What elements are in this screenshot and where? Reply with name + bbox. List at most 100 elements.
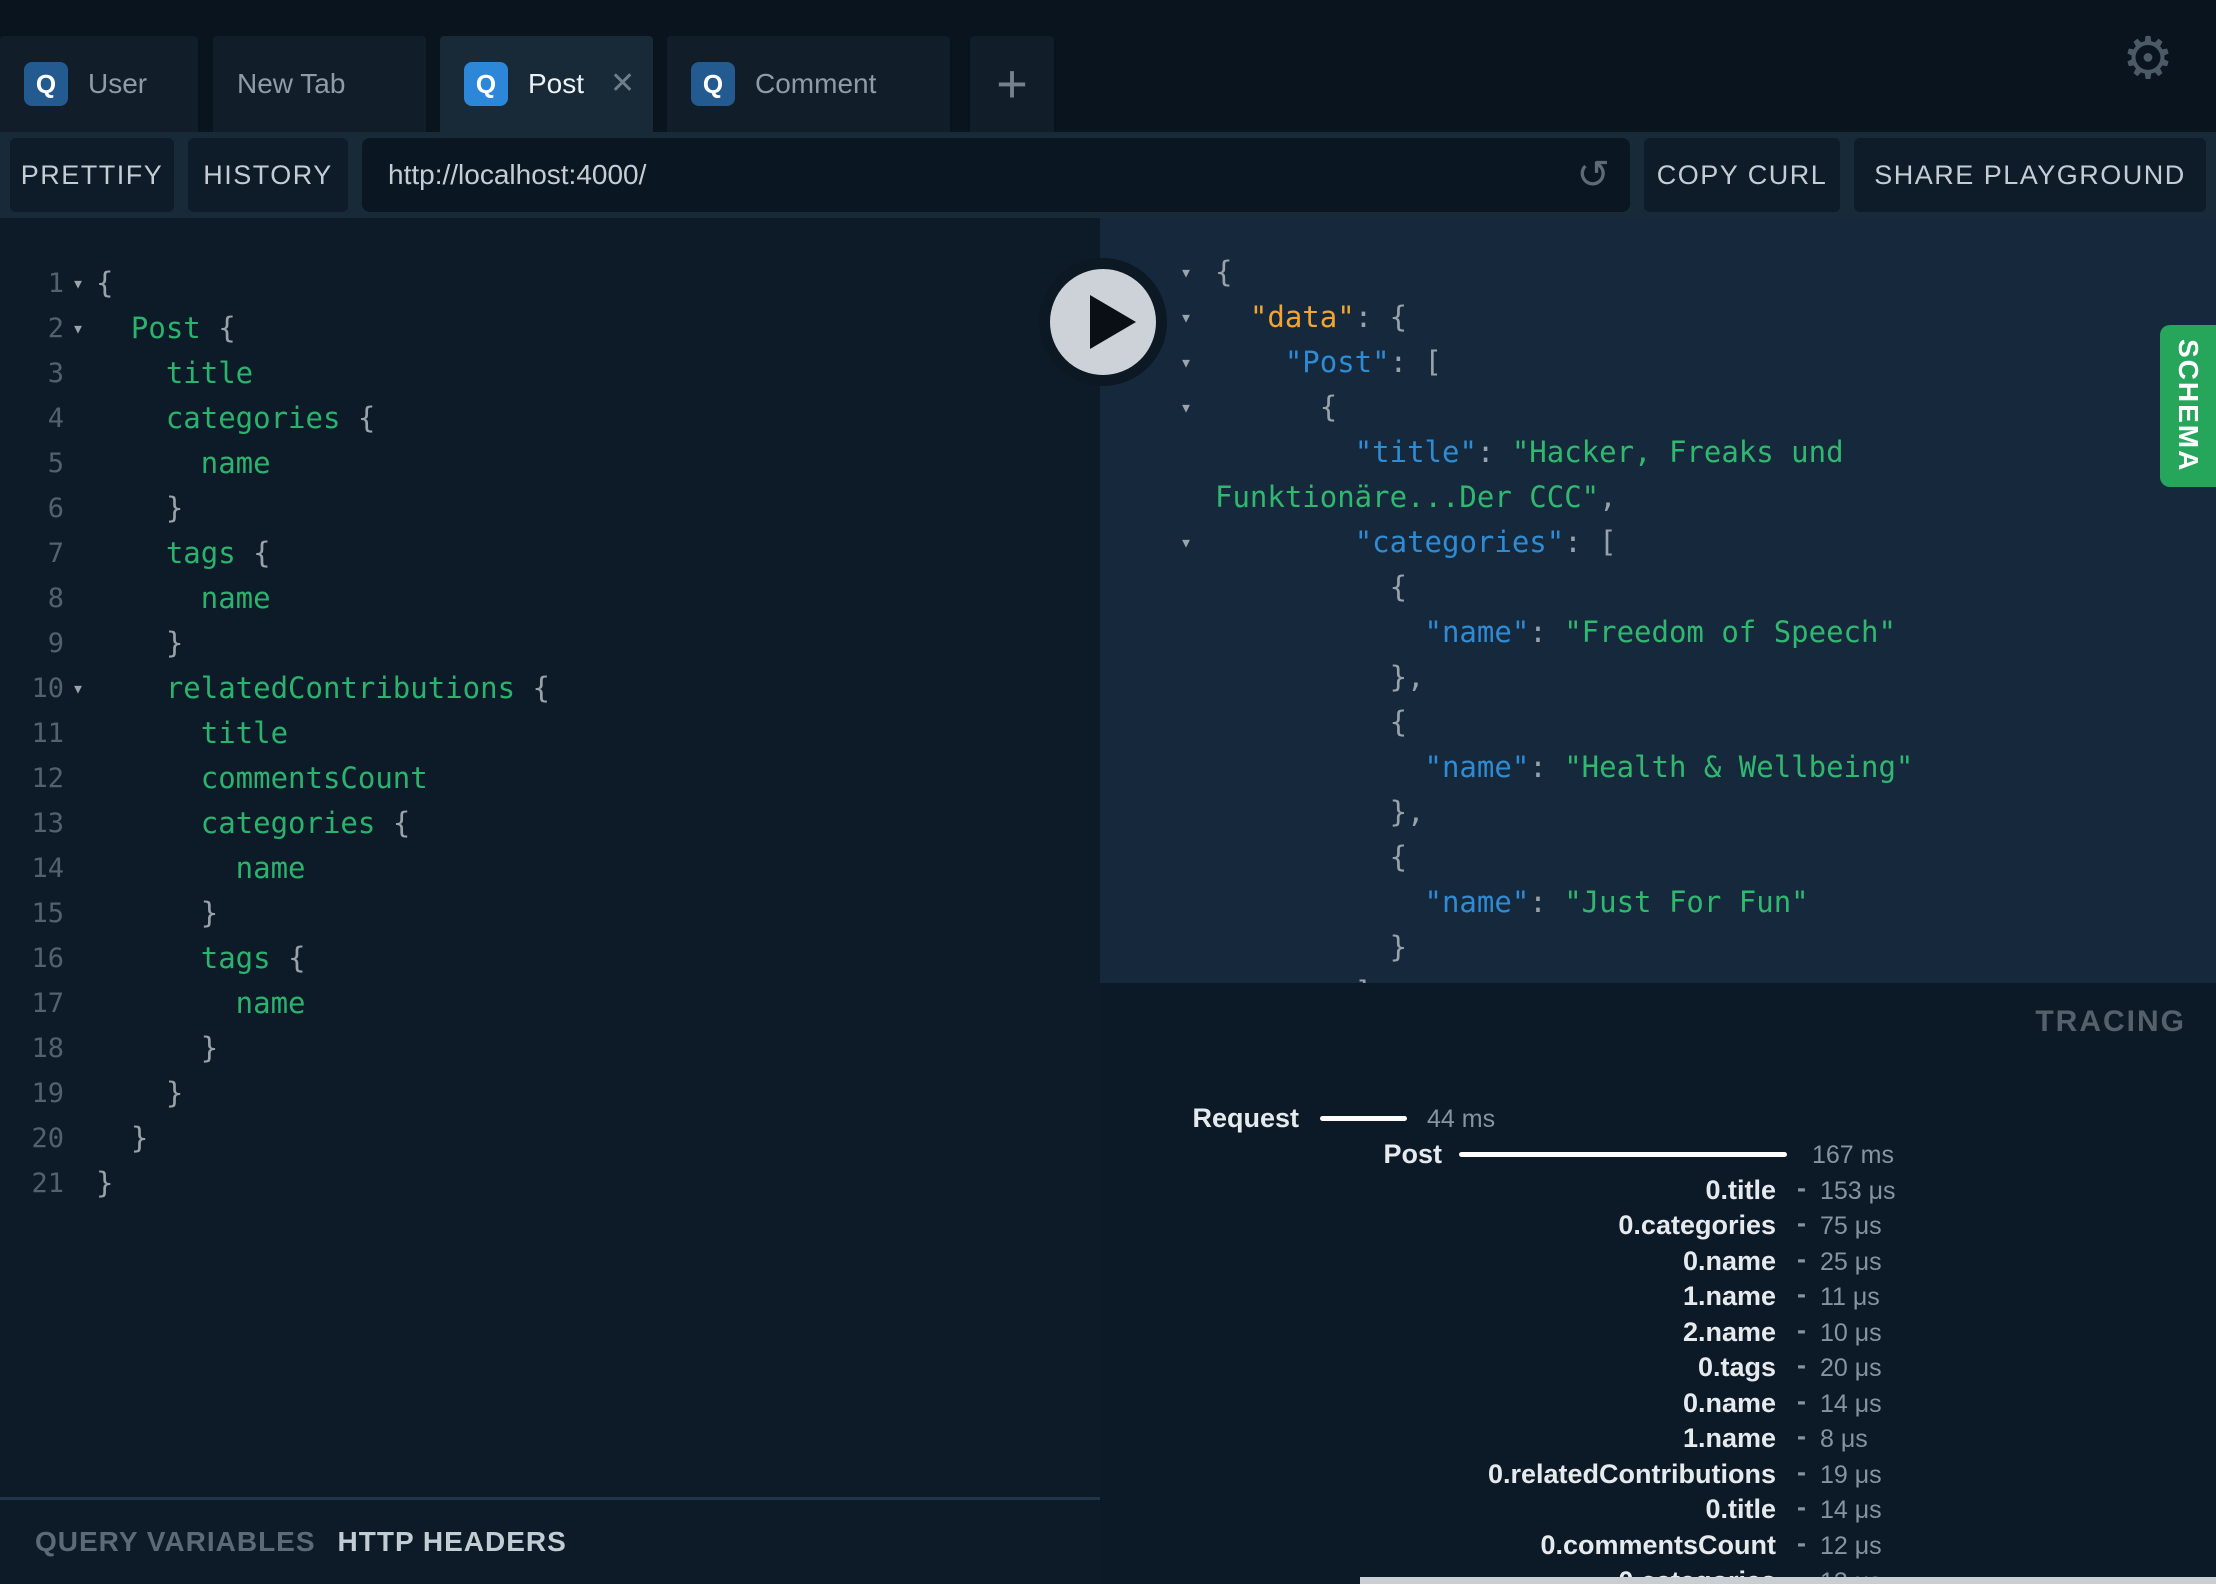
line-number: 16 [31,943,64,974]
schema-tab-label: SCHEMA [2173,339,2204,473]
tracing-panel: TRACING Request 44 ms Post 167 ms 0.title -15… [1100,983,2216,1584]
fold-arrow-icon[interactable]: ▾ [1180,385,1192,430]
editor-line[interactable]: 13 categories { [0,801,1100,846]
code-token: "title" [1354,435,1477,469]
line-number: 5 [47,448,64,479]
editor-line[interactable]: 15 } [0,891,1100,936]
tracing-row-value: 20 μs [1820,1354,1882,1382]
fold-arrow-icon[interactable]: ▾ [1180,520,1192,565]
code-token: : [1529,750,1565,784]
fold-arrow-icon[interactable]: ▾ [72,306,84,351]
code-token: }, [1215,660,1425,694]
code-token: }, [1215,795,1425,829]
schema-sidebar-tab[interactable]: SCHEMA [2160,325,2216,487]
editor-line[interactable]: 6 } [0,486,1100,531]
tracing-horizontal-scrollbar[interactable] [1360,1577,2216,1584]
tracing-row-value: 10 μs [1820,1319,1882,1347]
code-token: title [96,716,289,750]
new-tab-button[interactable]: + [970,36,1054,132]
editor-code-text: } [96,1116,148,1161]
editor-line[interactable]: 11 title [0,711,1100,756]
code-token: categories [96,806,376,840]
line-number: 17 [31,988,64,1019]
tracing-row-value: 8 μs [1820,1425,1868,1453]
http-headers-tab[interactable]: HTTP HEADERS [338,1526,567,1558]
line-number: 3 [47,358,64,389]
fold-arrow-icon[interactable]: ▾ [1180,295,1192,340]
tracing-row-dash: - [1797,1279,1806,1309]
tracing-row: 0.name -14 μs [1100,1386,2216,1420]
execute-query-button[interactable] [1039,258,1167,386]
editor-line[interactable]: 19 } [0,1071,1100,1116]
history-button[interactable]: HISTORY [188,138,348,212]
line-number: 19 [31,1078,64,1109]
editor-line[interactable]: 20 } [0,1116,1100,1161]
fold-arrow-icon[interactable]: ▾ [72,261,84,306]
tracing-row-label: 2.name [1682,1317,1776,1347]
tab-post[interactable]: Q Post ✕ [440,36,653,132]
fold-arrow-icon[interactable]: ▾ [1180,250,1192,295]
line-number: 8 [47,583,64,614]
code-token: name [96,851,306,885]
response-code-text: Funktionäre...Der CCC", [1215,475,1617,520]
code-token: ] [1215,975,1372,983]
response-line: { [1100,565,2216,610]
line-number: 11 [31,718,64,749]
fold-arrow-icon[interactable]: ▾ [1180,340,1192,385]
editor-line[interactable]: 2 ▾ Post { [0,306,1100,351]
editor-line[interactable]: 17 name [0,981,1100,1026]
response-code-text: { [1215,835,1407,880]
toolbar: PRETTIFY HISTORY ↺ COPY CURL SHARE PLAYG… [0,132,2216,218]
editor-line[interactable]: 9 } [0,621,1100,666]
endpoint-url-input[interactable] [362,159,1577,191]
query-editor-pane[interactable]: 1 ▾{2 ▾ Post {3 title 4 categories {5 name 6… [0,218,1100,1497]
tab-new-tab[interactable]: New Tab [213,36,426,132]
editor-line[interactable]: 8 name [0,576,1100,621]
editor-line[interactable]: 12 commentsCount [0,756,1100,801]
editor-line[interactable]: 4 categories { [0,396,1100,441]
line-number: 14 [31,853,64,884]
tab-close-icon[interactable]: ✕ [610,69,635,99]
editor-code-text: } [96,1071,183,1116]
editor-line[interactable]: 5 name [0,441,1100,486]
response-line: "name": "Freedom of Speech" [1100,610,2216,655]
editor-line[interactable]: 14 name [0,846,1100,891]
code-token: name [96,986,306,1020]
editor-code-text: categories { [96,801,411,846]
editor-line[interactable]: 3 title [0,351,1100,396]
editor-line[interactable]: 7 tags { [0,531,1100,576]
editor-line[interactable]: 10 ▾ relatedContributions { [0,666,1100,711]
share-playground-button[interactable]: SHARE PLAYGROUND [1854,138,2206,212]
tab-label: Comment [755,68,877,99]
settings-gear-icon[interactable]: ⚙ [2122,30,2174,88]
line-number: 6 [47,493,64,524]
editor-line[interactable]: 21} [0,1161,1100,1206]
query-variables-tab[interactable]: QUERY VARIABLES [35,1526,316,1558]
editor-line[interactable]: 18 } [0,1026,1100,1071]
code-token: } [96,1166,114,1200]
editor-code-text: commentsCount [96,756,428,801]
tracing-row: 0.title -14 μs [1100,1492,2216,1526]
editor-code-text: name [96,576,271,621]
code-token: , [1599,480,1617,514]
code-token: : { [1354,300,1408,334]
editor-line[interactable]: 16 tags { [0,936,1100,981]
response-line: Funktionäre...Der CCC", [1100,475,2216,520]
response-pane[interactable]: ▾{▾ "data": {▾ "Post": [▾ { "title": "Ha… [1100,218,2216,983]
url-reload-icon[interactable]: ↺ [1576,152,1610,198]
response-line: ▾ "data": { [1100,295,2216,340]
fold-arrow-icon[interactable]: ▾ [72,666,84,711]
code-token: name [96,446,271,480]
copy-curl-button[interactable]: COPY CURL [1644,138,1840,212]
response-code-text: "Post": [ [1215,340,1442,385]
line-number: 1 [47,268,64,299]
prettify-button[interactable]: PRETTIFY [10,138,174,212]
tab-comment[interactable]: Q Comment [667,36,950,132]
editor-line[interactable]: 1 ▾ { [0,261,1100,306]
editor-code-text: title [96,711,288,756]
tab-user[interactable]: Q User [0,36,198,132]
